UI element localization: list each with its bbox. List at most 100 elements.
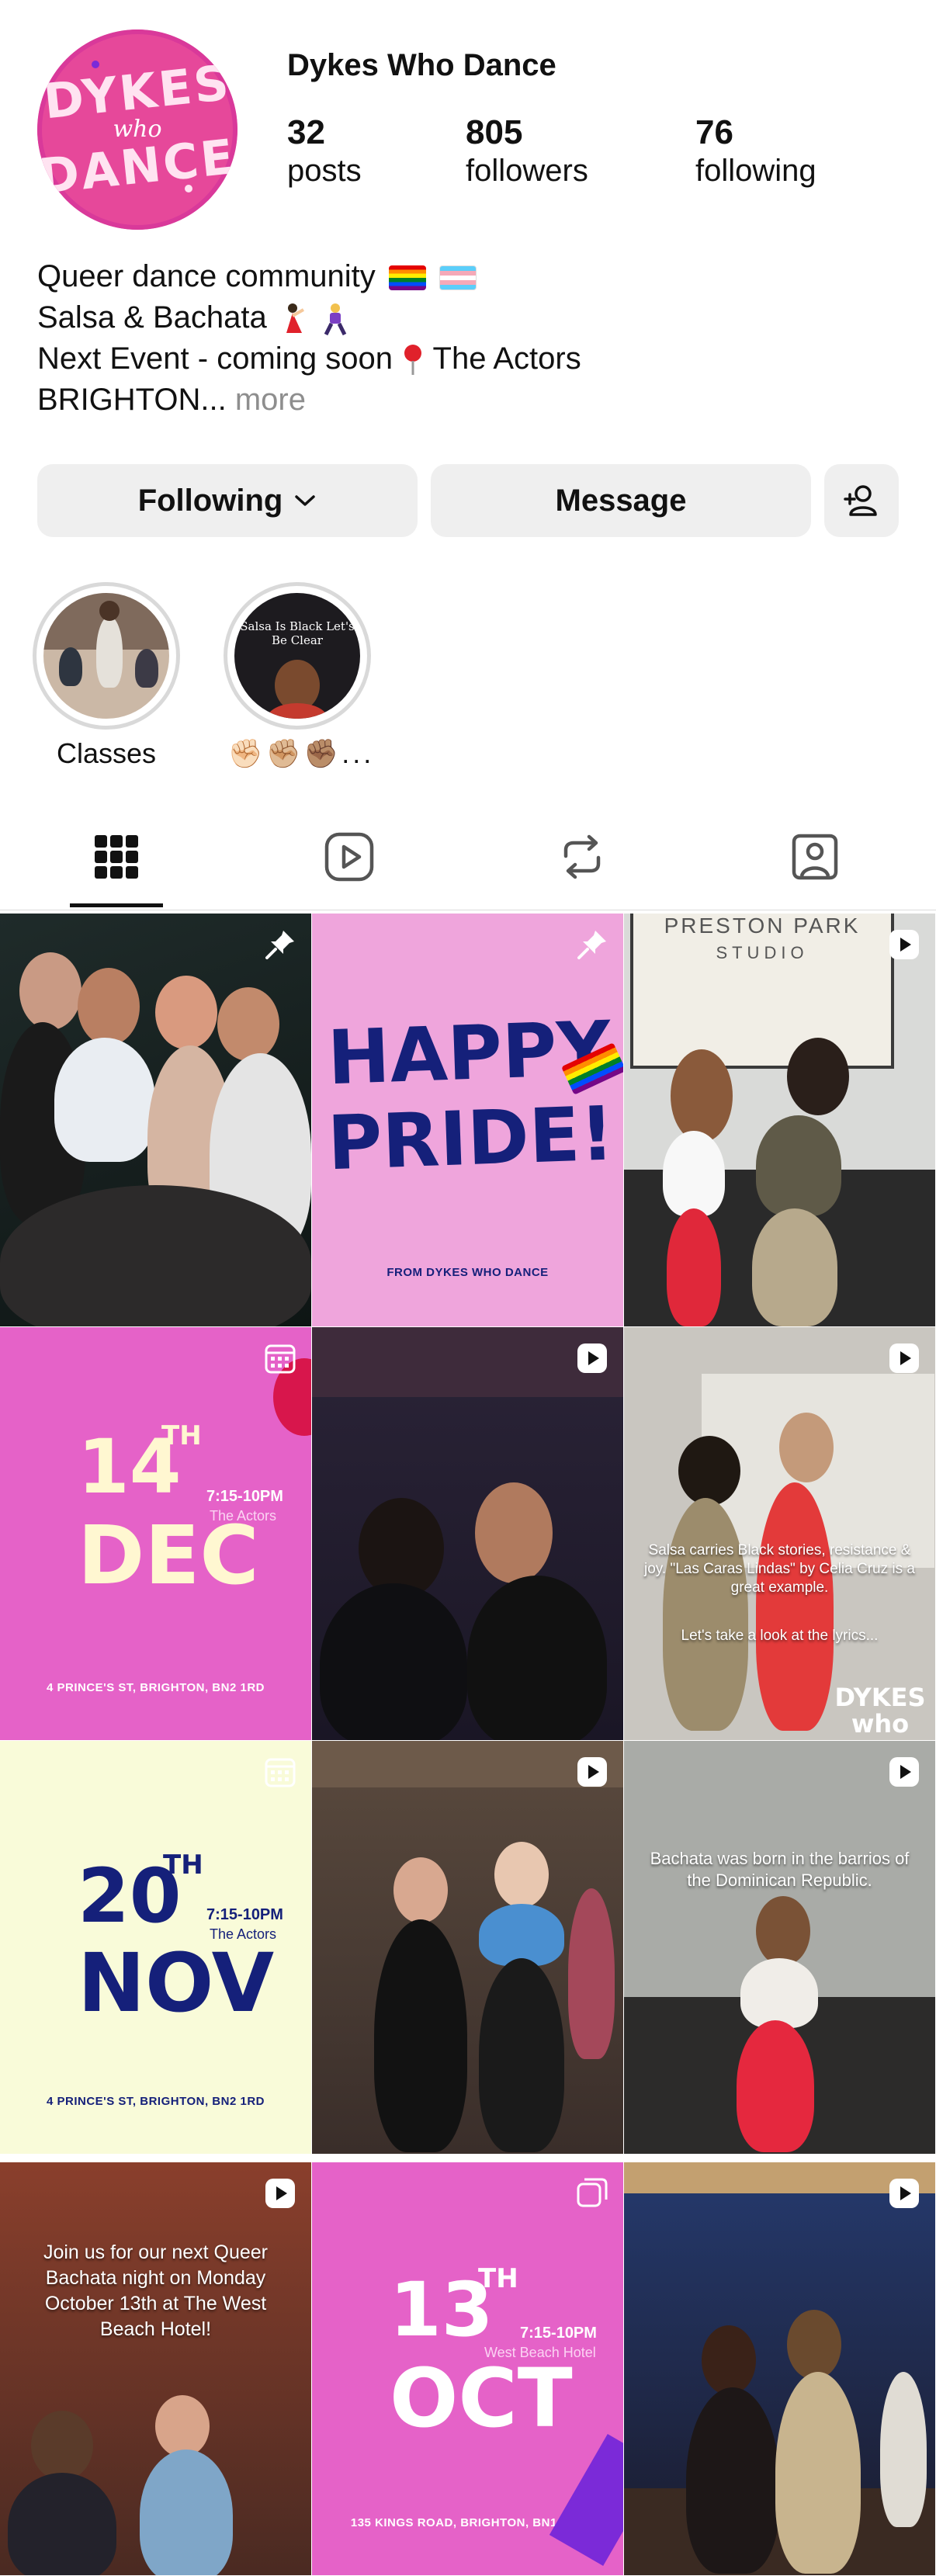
post-footer: FROM DYKES WHO DANCE [387, 1266, 549, 1279]
tab-reposts[interactable] [551, 826, 613, 888]
grid-post-7[interactable]: 20 TH NOV 7:15-10PM The Actors 4 PRINCE'… [0, 1741, 311, 2154]
grid-post-2[interactable]: HAPPY PRIDE! FROM DYKES WHO DANCE [312, 914, 623, 1326]
reel-icon [889, 2179, 919, 2208]
grid-icon [95, 835, 138, 879]
photo-figure [756, 1115, 841, 1216]
photo-figure [740, 1958, 818, 2028]
photo-figure [787, 1038, 849, 1115]
calendar-icon [265, 1344, 296, 1374]
highlight-classes[interactable] [33, 582, 180, 730]
tab-tagged[interactable] [784, 826, 846, 888]
photo-figure [779, 1413, 834, 1482]
dancer-figure [96, 616, 123, 688]
bio-text: Salsa & Bachata [37, 300, 267, 335]
grid-post-4[interactable]: 14 TH DEC 7:15-10PM The Actors 4 PRINCE'… [0, 1327, 311, 1740]
photo-figure [756, 1482, 834, 1731]
photo-figure [568, 1888, 615, 2059]
tagged-icon [792, 834, 838, 880]
stat-label: posts [287, 154, 362, 188]
studio-sign: PRESTON PARK STUDIO [630, 914, 894, 1069]
event-venue: West Beach Hotel [484, 2345, 596, 2360]
grid-post-8[interactable] [312, 1741, 623, 2154]
grid-post-5[interactable] [312, 1327, 623, 1740]
post-caption: Join us for our next Queer Bachata night… [43, 2241, 269, 2340]
photo-figure [54, 1038, 155, 1162]
highlight-salsa-is-black[interactable]: Salsa Is Black Let's Be Clear [224, 582, 371, 730]
photo-figure [140, 2449, 233, 2575]
reel-icon [577, 1343, 607, 1373]
highlight-cover [43, 593, 169, 719]
reel-icon [265, 2179, 295, 2208]
event-time: 7:15-10PM [206, 1488, 283, 1505]
tab-reels[interactable] [318, 826, 380, 888]
bio-line: Next Event - coming soon The Actors [37, 338, 581, 380]
photo-figure [880, 2372, 927, 2527]
grid-post-10[interactable]: Join us for our next Queer Bachata night… [0, 2162, 311, 2575]
photo-figure [19, 952, 81, 1030]
grid-post-6[interactable]: Salsa carries Black stories, resistance … [624, 1327, 935, 1740]
photo-figure [479, 1958, 564, 2152]
event-day-suffix: TH [478, 2263, 518, 2294]
bio-text: Next Event - coming soon [37, 342, 393, 376]
decorative-shape [549, 2434, 623, 2566]
event-time: 7:15-10PM [206, 1906, 283, 1923]
sign-text: STUDIO [716, 943, 809, 962]
pride-title: PRIDE! [326, 1090, 615, 1187]
reel-icon [889, 930, 919, 959]
photo-figure [8, 2473, 116, 2575]
photo-figure [475, 1482, 553, 1583]
add-person-icon [844, 485, 877, 516]
highlight-label: ✊🏻✊🏼✊🏽... [227, 737, 375, 769]
event-day-suffix: TH [161, 1420, 202, 1451]
post-caption: Bachata was born in the barrios of the D… [650, 1849, 910, 1890]
photo-figure [78, 968, 140, 1045]
photo-figure [686, 2387, 779, 2574]
photo-figure [467, 1576, 607, 1740]
event-month: NOV [78, 1936, 275, 2030]
bio-line: BRIGHTON... more [37, 380, 581, 421]
trans-flag-icon [439, 265, 477, 291]
profile-bio: Queer dance community Salsa & Bachata Ne… [37, 256, 581, 421]
event-month: OCT [390, 2351, 573, 2446]
following-button[interactable]: Following [37, 464, 418, 537]
add-friend-button[interactable] [824, 464, 899, 537]
dancer-figure [135, 649, 158, 688]
grid-post-11[interactable]: 13 TH OCT 7:15-10PM West Beach Hotel 135… [312, 2162, 623, 2575]
profile-avatar[interactable]: DYKES who DANCE [37, 29, 237, 230]
post-caption: Let's take a look at the lyrics... [681, 1628, 879, 1644]
grid-post-9[interactable]: Bachata was born in the barrios of the D… [624, 1741, 935, 2154]
bio-more-link[interactable]: more [235, 383, 306, 417]
photo-figure [155, 2395, 210, 2457]
stat-followers[interactable]: 805 followers [466, 113, 588, 189]
grid-post-1[interactable] [0, 914, 311, 1326]
event-month: DEC [78, 1508, 259, 1603]
message-label: Message [555, 483, 687, 518]
stat-label: followers [466, 154, 588, 188]
photo-figure [702, 2325, 756, 2395]
event-address: 4 PRINCE'S ST, BRIGHTON, BN2 1RD [46, 1681, 265, 1694]
profile-name: Dykes Who Dance [287, 48, 556, 82]
photo-figure [756, 1896, 810, 1966]
photo-figure [671, 1049, 733, 1142]
stat-value: 76 [695, 113, 733, 151]
grid-post-3[interactable]: PRESTON PARK STUDIO [624, 914, 935, 1326]
photo-figure [155, 976, 217, 1049]
stat-following[interactable]: 76 following [695, 113, 816, 189]
event-venue: The Actors [210, 1508, 277, 1524]
bio-text: Queer dance community [37, 259, 376, 293]
photo-figure [775, 2372, 861, 2574]
reel-icon [889, 1757, 919, 1787]
dancer-figure [99, 601, 120, 621]
stat-value: 32 [287, 113, 325, 151]
tab-grid[interactable] [85, 826, 147, 888]
dancer-icon [286, 303, 304, 334]
grid-post-12[interactable] [624, 2162, 935, 2575]
reposts-icon [563, 834, 601, 879]
rainbow-flag-icon [388, 265, 426, 291]
bio-text: The Actors [432, 342, 581, 376]
message-button[interactable]: Message [431, 464, 811, 537]
dykes-who-dance-logo: DYKES who DANCE [832, 1683, 927, 1740]
stat-posts[interactable]: 32 posts [287, 113, 362, 189]
stat-value: 805 [466, 113, 523, 151]
sign-text: PRESTON PARK [664, 914, 861, 938]
